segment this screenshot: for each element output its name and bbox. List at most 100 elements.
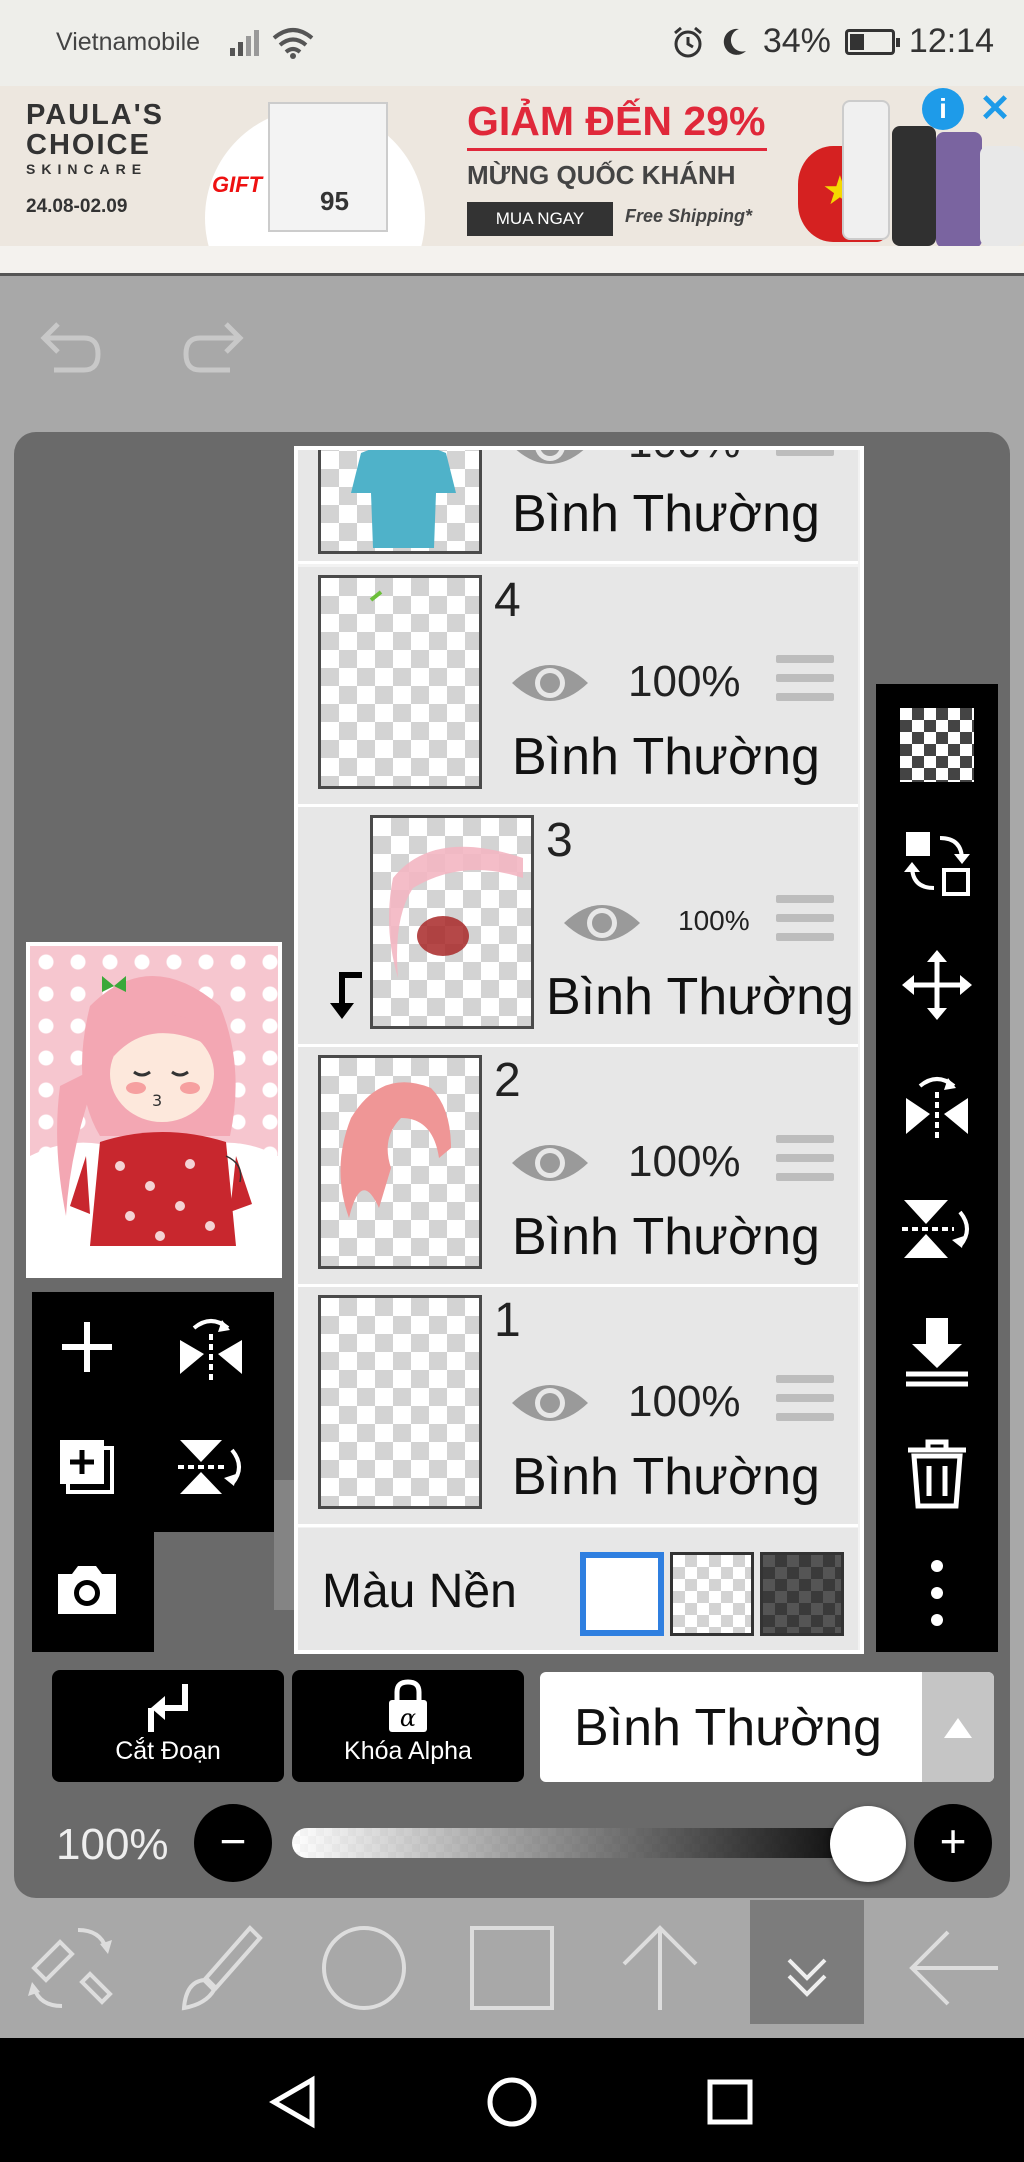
drag-handle-icon[interactable] [776, 895, 834, 943]
ad-divider [0, 246, 1024, 276]
flip-vertical-icon[interactable] [176, 1432, 246, 1502]
triangle-up-icon [944, 1718, 972, 1738]
opacity-label: 100% [56, 1820, 169, 1869]
layer-thumbnail [370, 815, 534, 1029]
layer-row-2[interactable]: 2 100% Bình Thường [298, 1047, 858, 1287]
carrier-label: Vietnamobile [56, 28, 201, 56]
ad-subline: MỪNG QUỐC KHÁNH [467, 160, 736, 190]
visibility-eye-icon[interactable] [508, 1373, 592, 1433]
alpha-lock-button[interactable]: α Khóa Alpha [292, 1670, 524, 1782]
do-not-disturb-moon-icon [723, 28, 746, 55]
visibility-eye-icon[interactable] [508, 653, 592, 713]
opacity-decrease-button[interactable]: − [194, 1804, 272, 1882]
rectangle-icon[interactable] [462, 1918, 562, 2018]
visibility-eye-icon[interactable] [560, 893, 644, 953]
transform-icon[interactable] [20, 1918, 120, 2018]
ad-bottle [842, 100, 890, 240]
layer-list[interactable]: 100% Bình Thường 4 100% Bình Thường 3 [294, 446, 864, 1654]
background-row: Màu Nền [298, 1528, 858, 1650]
ad-info-icon[interactable]: i [922, 88, 964, 130]
background-transparent-swatch[interactable] [670, 1552, 754, 1636]
layer-row-3[interactable]: 3 100% Bình Thường [298, 807, 858, 1047]
background-dark-swatch[interactable] [760, 1552, 844, 1636]
clip-button[interactable]: Cắt Đoạn [52, 1670, 284, 1782]
layer-opacity: 100% [628, 1377, 741, 1426]
ad-dates: 24.08-02.09 [26, 196, 128, 217]
alpha-lock-label: Khóa Alpha [344, 1737, 472, 1765]
swap-layer-icon[interactable] [900, 826, 974, 900]
ad-bag-number: 95 [320, 186, 349, 216]
redo-icon[interactable] [178, 316, 248, 386]
layer-blend-mode: Bình Thường [512, 485, 820, 543]
blend-mode-value: Bình Thường [574, 1699, 882, 1757]
status-bar: Vietnamobile 34% 12:14 [0, 0, 1024, 86]
flip-icon[interactable] [176, 1312, 246, 1382]
ad-headline: GIẢM ĐẾN 29% [467, 98, 766, 144]
alpha-glyph: α [400, 1704, 416, 1732]
add-layer-icon[interactable] [52, 1312, 122, 1382]
visibility-eye-icon[interactable] [508, 1133, 592, 1193]
up-arrow-icon[interactable] [610, 1918, 710, 2018]
trash-icon[interactable] [900, 1436, 974, 1510]
layer-blend-mode: Bình Thường [546, 968, 854, 1026]
layer-2-art [340, 1082, 451, 1218]
drag-handle-icon[interactable] [776, 1135, 834, 1183]
layer-number: 1 [494, 1294, 521, 1347]
nav-back-icon[interactable] [266, 2074, 322, 2130]
layer-3-art [389, 846, 523, 978]
ad-cta-button[interactable]: MUA NGAY [467, 202, 613, 236]
blend-mode-dropdown[interactable] [922, 1672, 994, 1782]
brush-icon[interactable] [166, 1918, 266, 2018]
visibility-eye-icon[interactable] [508, 446, 592, 476]
layer-thumbnail [318, 1295, 482, 1509]
ad-brand: PAULA'S CHOICE SKINCARE 24.08-02.09 [26, 100, 186, 222]
layer-opacity: 100% [628, 657, 741, 706]
background-white-swatch[interactable] [580, 1552, 664, 1636]
nav-home-icon[interactable] [484, 2074, 540, 2130]
ad-bottle [980, 146, 1024, 246]
clock: 12:14 [908, 22, 994, 60]
layer-thumbnail [318, 575, 482, 789]
layer-tool-active-tab[interactable] [750, 1900, 864, 2024]
background-label: Màu Nền [322, 1565, 517, 1618]
flip-horizontal-icon[interactable] [900, 1070, 974, 1144]
checker-icon[interactable] [900, 708, 974, 782]
ad-brand-line3: SKINCARE [26, 161, 148, 177]
svg-text:3: 3 [152, 1091, 162, 1110]
canvas-preview[interactable]: 3 [26, 942, 282, 1278]
ad-close-icon[interactable]: ✕ [974, 88, 1016, 130]
layer-number: 3 [546, 814, 573, 867]
signal-icon [230, 30, 259, 56]
move-icon[interactable] [900, 948, 974, 1022]
nav-recents-icon[interactable] [702, 2074, 758, 2130]
layer-row-4[interactable]: 4 100% Bình Thường [298, 567, 858, 807]
status-right: 34% 12:14 [671, 22, 994, 61]
drag-handle-icon[interactable] [776, 655, 834, 703]
drag-handle-icon[interactable] [776, 1375, 834, 1423]
layer-number: 2 [494, 1054, 521, 1107]
more-vert-icon[interactable] [900, 1556, 974, 1630]
ad-gift-label: GIFT [212, 172, 263, 197]
layer-row-top[interactable]: 100% Bình Thường [298, 446, 858, 564]
ad-banner[interactable]: PAULA'S CHOICE SKINCARE 24.08-02.09 95 G… [0, 86, 1024, 246]
opacity-slider-thumb[interactable] [830, 1806, 906, 1882]
bottom-toolbar [0, 1898, 1024, 2038]
character-illustration: 3 [30, 976, 278, 1274]
camera-icon[interactable] [52, 1554, 122, 1624]
undo-icon[interactable] [36, 316, 106, 386]
merge-down-icon[interactable] [900, 1314, 974, 1388]
ellipse-icon[interactable] [314, 1918, 414, 2018]
ad-bottle [892, 126, 936, 246]
clip-label: Cắt Đoạn [115, 1737, 221, 1765]
clip-arrow-icon [148, 1684, 188, 1732]
opacity-increase-button[interactable]: + [914, 1804, 992, 1882]
alarm-icon [673, 26, 702, 57]
layer-number: 4 [494, 574, 521, 627]
layer-row-1[interactable]: 1 100% Bình Thường [298, 1287, 858, 1527]
opacity-slider[interactable] [292, 1828, 882, 1858]
duplicate-layer-icon[interactable] [52, 1432, 122, 1502]
blend-mode-select[interactable]: Bình Thường [540, 1672, 994, 1782]
ad-gift-bag: 95 [268, 102, 388, 232]
flip-vertical-icon[interactable] [900, 1192, 974, 1266]
back-arrow-icon[interactable] [904, 1918, 1004, 2018]
